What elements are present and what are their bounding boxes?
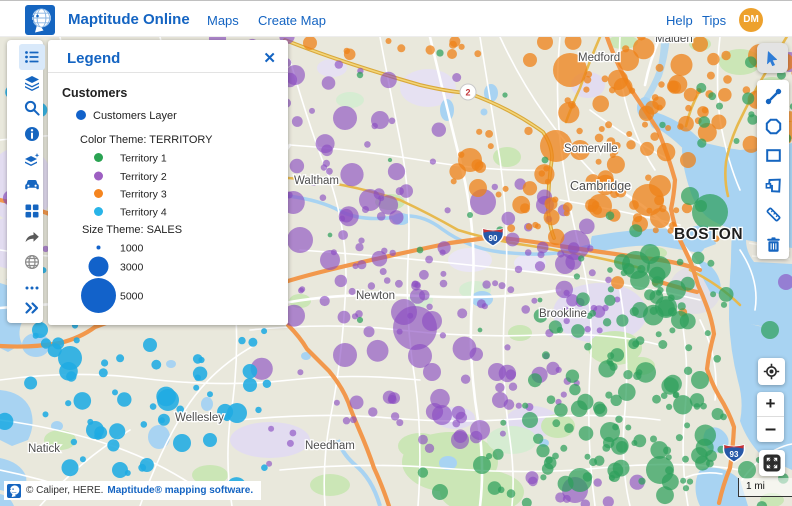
svg-text:Medford: Medford xyxy=(578,52,620,64)
svg-text:Needham: Needham xyxy=(305,440,355,452)
svg-text:Cambridge: Cambridge xyxy=(570,179,631,193)
svg-text:Brookline: Brookline xyxy=(539,308,587,320)
svg-text:BOSTON: BOSTON xyxy=(674,226,743,243)
svg-text:Wellesley: Wellesley xyxy=(175,412,224,424)
svg-text:Waltham: Waltham xyxy=(294,175,339,187)
svg-text:Somerville: Somerville xyxy=(564,143,618,155)
svg-text:Newton: Newton xyxy=(356,290,395,302)
svg-text:Territory 1: Territory 1 xyxy=(120,153,167,165)
svg-text:Territory 4: Territory 4 xyxy=(120,207,167,219)
svg-text:5000: 5000 xyxy=(120,291,144,303)
svg-text:Territory 3: Territory 3 xyxy=(120,189,167,201)
svg-text:1000: 1000 xyxy=(120,243,144,255)
svg-text:3000: 3000 xyxy=(120,262,144,274)
svg-text:Color Theme: TERRITORY: Color Theme: TERRITORY xyxy=(80,134,213,146)
svg-text:2: 2 xyxy=(465,88,470,98)
svg-text:93: 93 xyxy=(730,450,739,459)
svg-text:Customers Layer: Customers Layer xyxy=(93,110,177,122)
svg-text:90: 90 xyxy=(489,234,498,243)
svg-text:Size Theme: SALES: Size Theme: SALES xyxy=(82,224,182,236)
svg-text:Territory 2: Territory 2 xyxy=(120,171,167,183)
svg-text:Natick: Natick xyxy=(28,443,60,455)
